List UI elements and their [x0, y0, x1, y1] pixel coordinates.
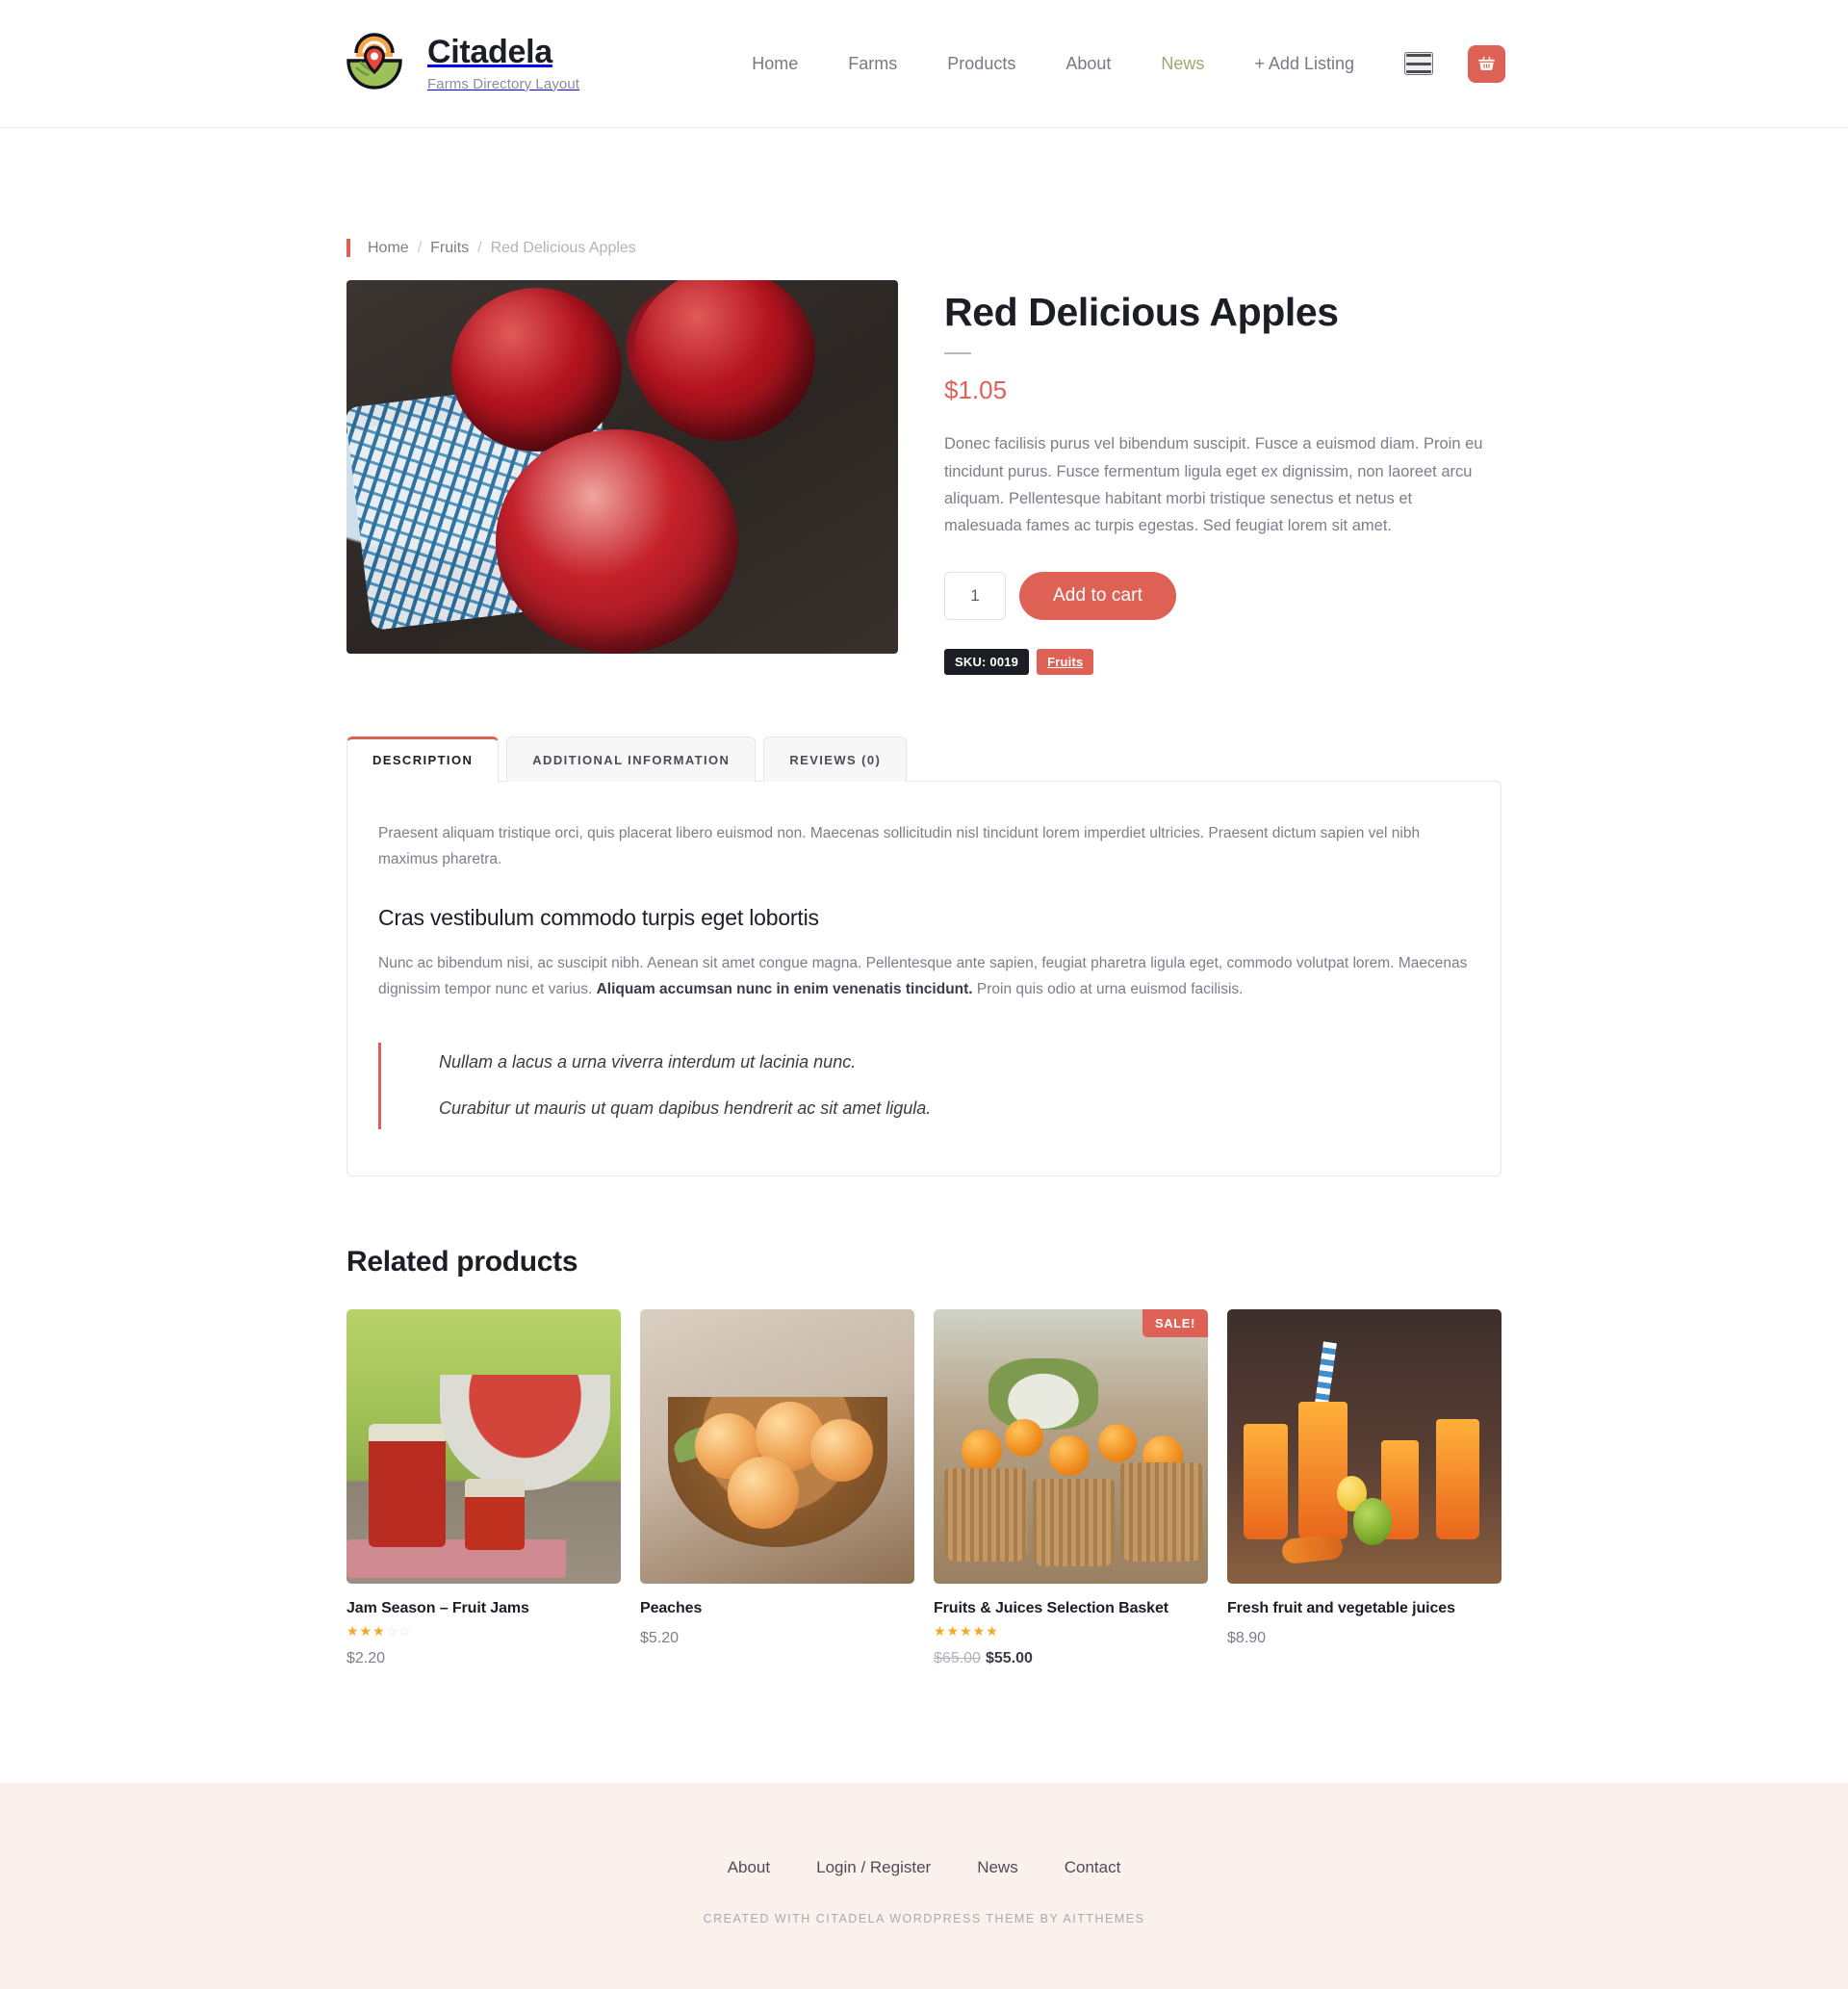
- description-intro: Praesent aliquam tristique orci, quis pl…: [378, 824, 1421, 867]
- nav-item-about[interactable]: About: [1040, 55, 1136, 72]
- product-price: $1.05: [944, 375, 1008, 405]
- category-badge[interactable]: Fruits: [1037, 648, 1094, 675]
- price-current: $8.90: [1227, 1629, 1267, 1646]
- product-card-jam-season[interactable]: Jam Season – Fruit Jams ★★★☆☆ $2.20: [346, 1308, 621, 1667]
- brand-logo-link[interactable]: Citadela Farms Directory Layout: [343, 32, 579, 95]
- product-tabs-section: DESCRIPTION ADDITIONAL INFORMATION REVIE…: [346, 736, 1502, 1176]
- description-heading: Cras vestibulum commodo turpis eget lobo…: [378, 904, 819, 930]
- product-short-description: Donec facilisis purus vel bibendum susci…: [944, 435, 1483, 535]
- product-card-name: Fresh fruit and vegetable juices: [1227, 1599, 1455, 1616]
- brand-subtitle: Farms Directory Layout: [427, 75, 580, 92]
- product-details: Red Delicious Apples $1.05 Donec facilis…: [944, 280, 1502, 675]
- related-products-section: Related products Jam Season – Fruit Jams…: [346, 1246, 1502, 1667]
- footer-link-news[interactable]: News: [977, 1858, 1018, 1877]
- product-card-peaches[interactable]: Peaches $5.20: [640, 1308, 914, 1667]
- nav-item-add-listing[interactable]: + Add Listing: [1229, 55, 1379, 72]
- description-body: Nunc ac bibendum nisi, ac suscipit nibh.…: [378, 950, 1470, 1002]
- footer-credit-note: CREATED WITH CITADELA WORDPRESS THEME BY…: [703, 1911, 1145, 1925]
- description-body-bold: Aliquam accumsan nunc in enim venenatis …: [596, 981, 973, 998]
- sku-badge: SKU: 0019: [944, 648, 1030, 675]
- quote-line-2: Curabitur ut mauris ut quam dapibus hend…: [439, 1098, 932, 1118]
- product-main-image[interactable]: [346, 280, 898, 654]
- footer-link-contact[interactable]: Contact: [1065, 1858, 1121, 1877]
- add-to-cart-form: Add to cart: [944, 571, 1502, 620]
- tab-list: DESCRIPTION ADDITIONAL INFORMATION REVIE…: [346, 736, 1502, 783]
- nav-item-farms[interactable]: Farms: [823, 55, 922, 72]
- product-card-price: $8.90: [1227, 1630, 1502, 1647]
- product-card-image[interactable]: [640, 1308, 914, 1584]
- breadcrumb: Home / Fruits / Red Delicious Apples: [346, 128, 1502, 257]
- breadcrumb-separator: /: [417, 239, 423, 256]
- site-header: Citadela Farms Directory Layout Home Far…: [0, 0, 1848, 128]
- product-card-name: Peaches: [640, 1599, 703, 1616]
- breadcrumb-current: Red Delicious Apples: [490, 239, 636, 256]
- farm-pin-logo-icon: [343, 32, 406, 95]
- price-sale: $55.00: [985, 1649, 1033, 1666]
- hamburger-menu-icon[interactable]: [1404, 52, 1433, 75]
- price-current: $2.20: [346, 1649, 386, 1666]
- footer-link-about[interactable]: About: [728, 1858, 770, 1877]
- price-current: $5.20: [640, 1629, 680, 1646]
- tab-additional-information[interactable]: ADDITIONAL INFORMATION: [506, 736, 757, 782]
- breadcrumb-home[interactable]: Home: [368, 240, 409, 257]
- breadcrumb-accent-bar: [346, 239, 350, 257]
- product-card-name: Fruits & Juices Selection Basket: [934, 1599, 1169, 1616]
- price-original: $65.00: [934, 1649, 981, 1666]
- product-card-image[interactable]: [346, 1308, 621, 1584]
- nav-item-products[interactable]: Products: [922, 55, 1040, 72]
- shopping-basket-icon[interactable]: [1468, 44, 1505, 83]
- nav-item-home[interactable]: Home: [727, 55, 823, 72]
- brand-title: Citadela: [427, 34, 552, 71]
- add-to-cart-button[interactable]: Add to cart: [1019, 571, 1176, 620]
- product-grid: Jam Season – Fruit Jams ★★★☆☆ $2.20 Peac…: [346, 1308, 1502, 1667]
- related-products-title: Related products: [346, 1245, 578, 1278]
- main-navigation: Home Farms Products About News + Add Lis…: [727, 44, 1505, 83]
- footer-link-login-register[interactable]: Login / Register: [816, 1858, 931, 1877]
- description-body-part2: Proin quis odio at urna euismod facilisi…: [972, 981, 1244, 998]
- product-summary-section: Red Delicious Apples $1.05 Donec facilis…: [346, 280, 1502, 675]
- product-card-image[interactable]: [1227, 1308, 1502, 1584]
- breadcrumb-separator-2: /: [477, 239, 482, 256]
- title-divider: [944, 352, 971, 355]
- quote-line-1: Nullam a lacus a urna viverra interdum u…: [439, 1052, 857, 1072]
- product-card-price: $65.00 $55.00: [934, 1650, 1208, 1667]
- breadcrumb-category[interactable]: Fruits: [430, 240, 469, 257]
- nav-item-news[interactable]: News: [1136, 55, 1229, 72]
- tab-panel-description: Praesent aliquam tristique orci, quis pl…: [346, 780, 1502, 1176]
- tab-reviews[interactable]: REVIEWS (0): [763, 736, 908, 782]
- product-card-price: $5.20: [640, 1630, 914, 1647]
- tab-description[interactable]: DESCRIPTION: [346, 736, 500, 783]
- page-main: Home / Fruits / Red Delicious Apples Red…: [0, 128, 1848, 1725]
- product-meta: SKU: 0019 Fruits: [944, 648, 1502, 675]
- product-card-fresh-juices[interactable]: Fresh fruit and vegetable juices $8.90: [1227, 1308, 1502, 1667]
- product-card-rating: ★★★☆☆: [346, 1622, 412, 1639]
- product-card-fruits-juices-basket[interactable]: SALE! Fruits & Juices Selection Basket ★…: [934, 1308, 1208, 1667]
- page-title: Red Delicious Apples: [944, 290, 1339, 334]
- quantity-input[interactable]: [944, 571, 1006, 620]
- product-card-name: Jam Season – Fruit Jams: [346, 1599, 529, 1616]
- product-card-price: $2.20: [346, 1650, 621, 1667]
- footer-navigation: About Login / Register News Contact: [0, 1858, 1848, 1877]
- product-card-image[interactable]: SALE!: [934, 1308, 1208, 1584]
- site-footer: About Login / Register News Contact CREA…: [0, 1782, 1848, 1989]
- status-badge-sale: SALE!: [1142, 1308, 1208, 1337]
- product-card-rating: ★★★★★: [934, 1622, 999, 1639]
- description-blockquote: Nullam a lacus a urna viverra interdum u…: [378, 1043, 1470, 1129]
